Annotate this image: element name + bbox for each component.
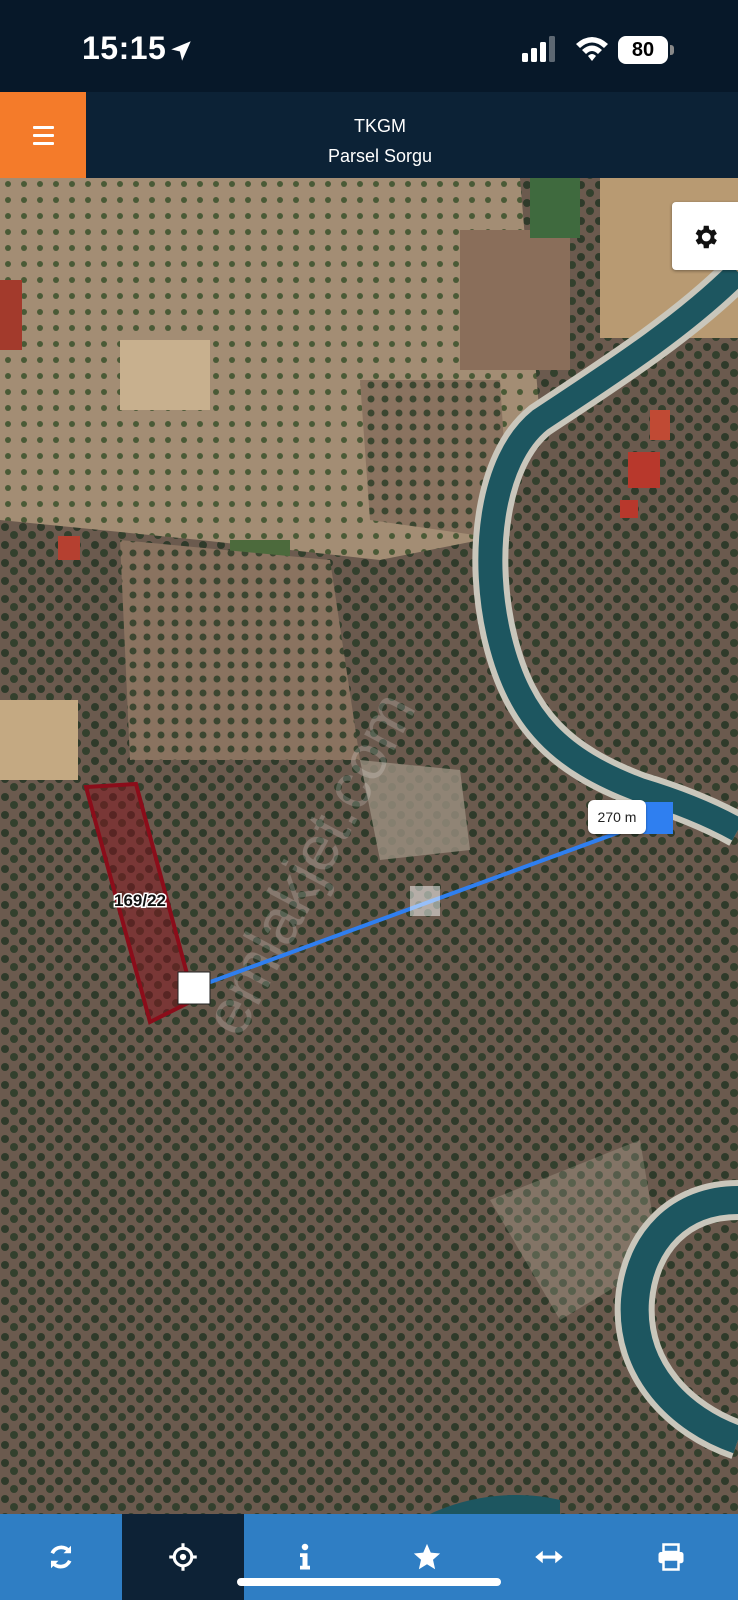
measure-start-handle[interactable] <box>177 971 211 1005</box>
refresh-icon <box>50 1545 72 1569</box>
app-header: TKGM Parsel Sorgu <box>0 92 738 178</box>
parcel-label: 169/22 <box>114 891 166 910</box>
refresh-button[interactable] <box>0 1514 122 1600</box>
wifi-icon <box>576 37 608 61</box>
measure-end-handle[interactable] <box>643 802 673 834</box>
info-icon <box>300 1543 310 1570</box>
crosshair-icon <box>169 1543 197 1571</box>
app-subtitle: Parsel Sorgu <box>327 146 433 166</box>
status-bar: 15:15 80 <box>0 0 738 92</box>
cellular-signal-icon <box>522 36 555 62</box>
info-button[interactable] <box>244 1514 366 1600</box>
print-button[interactable] <box>610 1514 732 1600</box>
locate-button[interactable] <box>122 1514 244 1600</box>
satellite-map[interactable]: emlakjet.com 169/22 270 m <box>0 178 738 1514</box>
home-indicator <box>237 1578 501 1586</box>
hamburger-menu-icon <box>33 126 54 129</box>
menu-button[interactable] <box>0 92 86 178</box>
bottom-toolbar <box>0 1514 738 1600</box>
map-canvas[interactable]: emlakjet.com 169/22 <box>0 178 738 1514</box>
status-time: 15:15 <box>82 30 167 66</box>
measure-midpoint-handle[interactable] <box>410 886 440 916</box>
location-arrow-icon <box>171 41 191 61</box>
app-title: TKGM <box>354 116 406 136</box>
measure-button[interactable] <box>488 1514 610 1600</box>
star-icon <box>413 1543 441 1570</box>
settings-button[interactable] <box>672 202 738 270</box>
gear-icon <box>695 225 717 249</box>
print-icon <box>658 1543 684 1571</box>
distance-label: 270 m <box>588 800 646 834</box>
measure-icon <box>535 1550 563 1564</box>
battery-icon: 80 <box>618 36 674 64</box>
favorites-button[interactable] <box>366 1514 488 1600</box>
battery-level: 80 <box>618 36 668 64</box>
